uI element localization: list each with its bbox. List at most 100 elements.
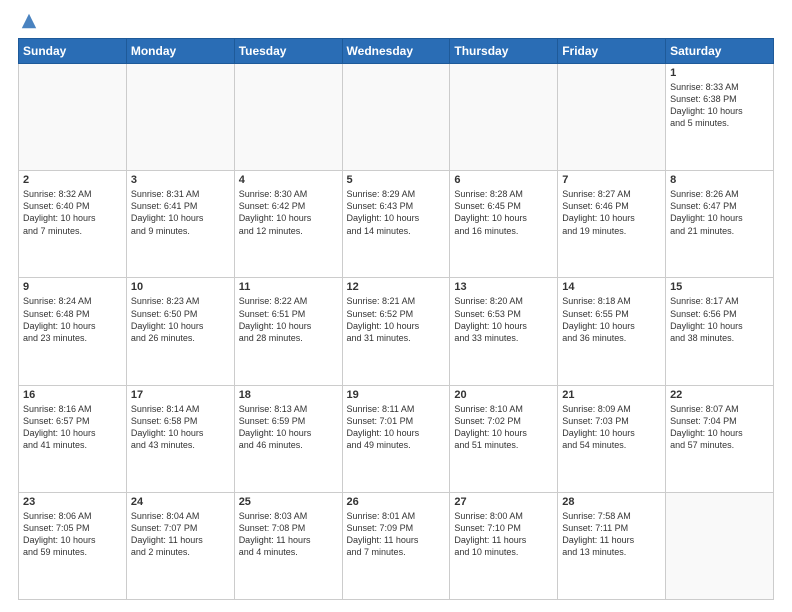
calendar-cell: 26 Sunrise: 8:01 AM Sunset: 7:09 PM Dayli… bbox=[342, 492, 450, 599]
day-info: Sunrise: 8:23 AM Sunset: 6:50 PM Dayligh… bbox=[131, 295, 230, 344]
day-number: 16 bbox=[23, 389, 122, 401]
header bbox=[18, 16, 774, 30]
day-number: 12 bbox=[347, 281, 446, 293]
weekday-monday: Monday bbox=[126, 39, 234, 64]
calendar-cell: 12Sunrise: 8:21 AM Sunset: 6:52 PM Dayli… bbox=[342, 278, 450, 385]
day-number: 1 bbox=[670, 67, 769, 79]
calendar-body: 1 Sunrise: 8:33 AM Sunset: 6:38 PM Daylig… bbox=[19, 64, 774, 600]
day-info: Sunrise: 8:33 AM Sunset: 6:38 PM Dayligh… bbox=[670, 81, 769, 130]
calendar-cell bbox=[234, 64, 342, 171]
day-info: Sunrise: 8:29 AM Sunset: 6:43 PM Dayligh… bbox=[347, 188, 446, 237]
calendar-cell: 15Sunrise: 8:17 AM Sunset: 6:56 PM Dayli… bbox=[666, 278, 774, 385]
calendar-cell: 25 Sunrise: 8:03 AM Sunset: 7:08 PM Dayli… bbox=[234, 492, 342, 599]
day-info: Sunrise: 8:03 AM Sunset: 7:08 PM Dayligh… bbox=[239, 510, 338, 559]
logo-text bbox=[18, 20, 38, 30]
day-number: 4 bbox=[239, 174, 338, 186]
calendar-cell: 14 Sunrise: 8:18 AM Sunset: 6:55 PM Dayli… bbox=[558, 278, 666, 385]
weekday-header-row: SundayMondayTuesdayWednesdayThursdayFrid… bbox=[19, 39, 774, 64]
weekday-wednesday: Wednesday bbox=[342, 39, 450, 64]
calendar-cell bbox=[666, 492, 774, 599]
calendar-cell: 3Sunrise: 8:31 AM Sunset: 6:41 PM Daylig… bbox=[126, 171, 234, 278]
day-info: Sunrise: 8:24 AM Sunset: 6:48 PM Dayligh… bbox=[23, 295, 122, 344]
day-number: 19 bbox=[347, 389, 446, 401]
day-number: 11 bbox=[239, 281, 338, 293]
day-number: 7 bbox=[562, 174, 661, 186]
day-number: 2 bbox=[23, 174, 122, 186]
day-info: Sunrise: 8:26 AM Sunset: 6:47 PM Dayligh… bbox=[670, 188, 769, 237]
calendar-cell: 4 Sunrise: 8:30 AM Sunset: 6:42 PM Daylig… bbox=[234, 171, 342, 278]
calendar-cell: 2Sunrise: 8:32 AM Sunset: 6:40 PM Daylig… bbox=[19, 171, 127, 278]
calendar-cell: 5 Sunrise: 8:29 AM Sunset: 6:43 PM Daylig… bbox=[342, 171, 450, 278]
calendar-cell: 27 Sunrise: 8:00 AM Sunset: 7:10 PM Dayli… bbox=[450, 492, 558, 599]
day-info: Sunrise: 8:06 AM Sunset: 7:05 PM Dayligh… bbox=[23, 510, 122, 559]
day-number: 18 bbox=[239, 389, 338, 401]
calendar-cell: 6 Sunrise: 8:28 AM Sunset: 6:45 PM Daylig… bbox=[450, 171, 558, 278]
weekday-thursday: Thursday bbox=[450, 39, 558, 64]
day-info: Sunrise: 8:04 AM Sunset: 7:07 PM Dayligh… bbox=[131, 510, 230, 559]
day-info: Sunrise: 7:58 AM Sunset: 7:11 PM Dayligh… bbox=[562, 510, 661, 559]
calendar-cell: 18 Sunrise: 8:13 AM Sunset: 6:59 PM Dayli… bbox=[234, 385, 342, 492]
day-info: Sunrise: 8:28 AM Sunset: 6:45 PM Dayligh… bbox=[454, 188, 553, 237]
day-info: Sunrise: 8:18 AM Sunset: 6:55 PM Dayligh… bbox=[562, 295, 661, 344]
day-info: Sunrise: 8:13 AM Sunset: 6:59 PM Dayligh… bbox=[239, 403, 338, 452]
day-info: Sunrise: 8:17 AM Sunset: 6:56 PM Dayligh… bbox=[670, 295, 769, 344]
calendar-cell bbox=[450, 64, 558, 171]
calendar-cell: 20 Sunrise: 8:10 AM Sunset: 7:02 PM Dayli… bbox=[450, 385, 558, 492]
calendar-cell: 16 Sunrise: 8:16 AM Sunset: 6:57 PM Dayli… bbox=[19, 385, 127, 492]
week-row-4: 23 Sunrise: 8:06 AM Sunset: 7:05 PM Dayli… bbox=[19, 492, 774, 599]
day-info: Sunrise: 8:01 AM Sunset: 7:09 PM Dayligh… bbox=[347, 510, 446, 559]
calendar-cell: 21 Sunrise: 8:09 AM Sunset: 7:03 PM Dayli… bbox=[558, 385, 666, 492]
day-number: 21 bbox=[562, 389, 661, 401]
day-info: Sunrise: 8:27 AM Sunset: 6:46 PM Dayligh… bbox=[562, 188, 661, 237]
day-number: 27 bbox=[454, 496, 553, 508]
day-number: 5 bbox=[347, 174, 446, 186]
day-number: 14 bbox=[562, 281, 661, 293]
calendar-cell: 17 Sunrise: 8:14 AM Sunset: 6:58 PM Dayli… bbox=[126, 385, 234, 492]
calendar-cell: 23 Sunrise: 8:06 AM Sunset: 7:05 PM Dayli… bbox=[19, 492, 127, 599]
logo bbox=[18, 20, 38, 30]
day-number: 23 bbox=[23, 496, 122, 508]
calendar-cell: 19Sunrise: 8:11 AM Sunset: 7:01 PM Dayli… bbox=[342, 385, 450, 492]
day-info: Sunrise: 8:22 AM Sunset: 6:51 PM Dayligh… bbox=[239, 295, 338, 344]
day-info: Sunrise: 8:16 AM Sunset: 6:57 PM Dayligh… bbox=[23, 403, 122, 452]
page: SundayMondayTuesdayWednesdayThursdayFrid… bbox=[0, 0, 792, 612]
calendar-cell: 9 Sunrise: 8:24 AM Sunset: 6:48 PM Daylig… bbox=[19, 278, 127, 385]
day-number: 25 bbox=[239, 496, 338, 508]
day-number: 3 bbox=[131, 174, 230, 186]
week-row-2: 9 Sunrise: 8:24 AM Sunset: 6:48 PM Daylig… bbox=[19, 278, 774, 385]
day-number: 10 bbox=[131, 281, 230, 293]
week-row-1: 2Sunrise: 8:32 AM Sunset: 6:40 PM Daylig… bbox=[19, 171, 774, 278]
calendar-cell: 8 Sunrise: 8:26 AM Sunset: 6:47 PM Daylig… bbox=[666, 171, 774, 278]
calendar-cell bbox=[19, 64, 127, 171]
week-row-3: 16 Sunrise: 8:16 AM Sunset: 6:57 PM Dayli… bbox=[19, 385, 774, 492]
calendar-cell bbox=[126, 64, 234, 171]
week-row-0: 1 Sunrise: 8:33 AM Sunset: 6:38 PM Daylig… bbox=[19, 64, 774, 171]
day-info: Sunrise: 8:30 AM Sunset: 6:42 PM Dayligh… bbox=[239, 188, 338, 237]
day-number: 9 bbox=[23, 281, 122, 293]
calendar-cell: 22 Sunrise: 8:07 AM Sunset: 7:04 PM Dayli… bbox=[666, 385, 774, 492]
calendar-cell: 10 Sunrise: 8:23 AM Sunset: 6:50 PM Dayli… bbox=[126, 278, 234, 385]
day-info: Sunrise: 8:07 AM Sunset: 7:04 PM Dayligh… bbox=[670, 403, 769, 452]
weekday-tuesday: Tuesday bbox=[234, 39, 342, 64]
day-number: 26 bbox=[347, 496, 446, 508]
day-number: 20 bbox=[454, 389, 553, 401]
day-number: 8 bbox=[670, 174, 769, 186]
calendar-cell: 7 Sunrise: 8:27 AM Sunset: 6:46 PM Daylig… bbox=[558, 171, 666, 278]
calendar-cell: 1 Sunrise: 8:33 AM Sunset: 6:38 PM Daylig… bbox=[666, 64, 774, 171]
day-info: Sunrise: 8:00 AM Sunset: 7:10 PM Dayligh… bbox=[454, 510, 553, 559]
day-number: 22 bbox=[670, 389, 769, 401]
weekday-friday: Friday bbox=[558, 39, 666, 64]
day-number: 13 bbox=[454, 281, 553, 293]
calendar-cell: 24 Sunrise: 8:04 AM Sunset: 7:07 PM Dayli… bbox=[126, 492, 234, 599]
weekday-sunday: Sunday bbox=[19, 39, 127, 64]
day-info: Sunrise: 8:10 AM Sunset: 7:02 PM Dayligh… bbox=[454, 403, 553, 452]
day-info: Sunrise: 8:09 AM Sunset: 7:03 PM Dayligh… bbox=[562, 403, 661, 452]
calendar-table: SundayMondayTuesdayWednesdayThursdayFrid… bbox=[18, 38, 774, 600]
calendar-cell: 13 Sunrise: 8:20 AM Sunset: 6:53 PM Dayli… bbox=[450, 278, 558, 385]
day-number: 6 bbox=[454, 174, 553, 186]
day-info: Sunrise: 8:20 AM Sunset: 6:53 PM Dayligh… bbox=[454, 295, 553, 344]
day-number: 17 bbox=[131, 389, 230, 401]
calendar-cell bbox=[342, 64, 450, 171]
day-number: 24 bbox=[131, 496, 230, 508]
day-info: Sunrise: 8:14 AM Sunset: 6:58 PM Dayligh… bbox=[131, 403, 230, 452]
